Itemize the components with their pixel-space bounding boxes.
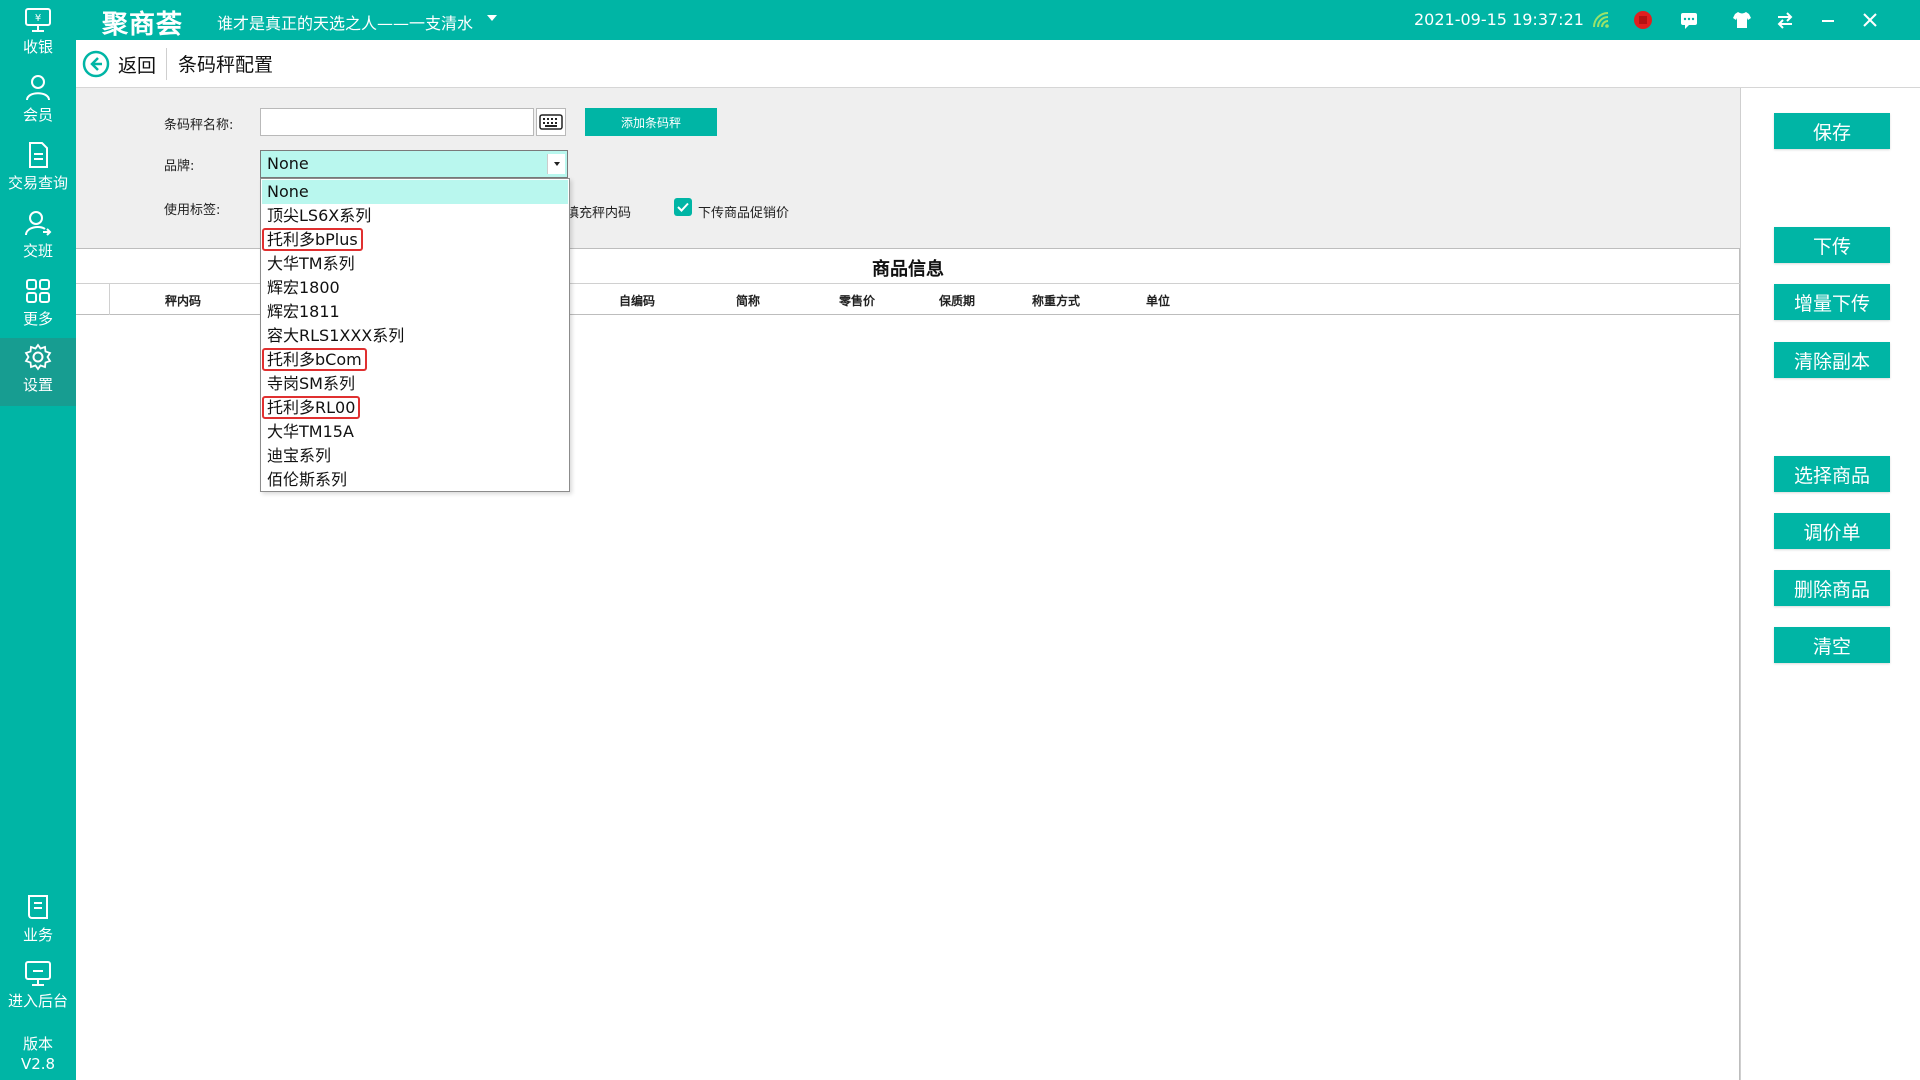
app-logo: 聚商荟 xyxy=(102,10,184,40)
clear-copy-button[interactable]: 清除副本 xyxy=(1774,342,1890,378)
page-title: 条码秤配置 xyxy=(178,54,274,76)
column-header-unit[interactable]: 单位 xyxy=(1146,292,1170,309)
brand-select-value: None xyxy=(267,154,309,173)
brand-option[interactable]: 顶尖LS6X系列 xyxy=(262,204,568,228)
upload-promo-label: 下传商品促销价 xyxy=(698,206,790,221)
scale-name-label: 条码秤名称: xyxy=(164,118,234,133)
book-icon xyxy=(28,895,48,919)
fill-code-label: 填充秤内码 xyxy=(566,206,632,221)
brand-select[interactable]: None xyxy=(260,150,568,178)
brand-option[interactable]: 容大RLS1XXX系列 xyxy=(262,324,568,348)
add-scale-button[interactable]: 添加条码秤 xyxy=(585,108,717,136)
column-header-shelf-life[interactable]: 保质期 xyxy=(939,292,975,309)
delete-goods-button[interactable]: 删除商品 xyxy=(1774,570,1890,606)
sidebar-item-label: 业务 xyxy=(22,926,53,944)
sidebar-item-shift[interactable]: 交班 xyxy=(0,204,76,270)
brand-option[interactable]: 托利多bPlus xyxy=(262,228,568,252)
select-goods-button[interactable]: 选择商品 xyxy=(1774,456,1890,492)
save-button[interactable]: 保存 xyxy=(1774,113,1890,149)
sidebar-item-label: 会员 xyxy=(22,106,53,124)
back-arrow-icon xyxy=(82,50,110,78)
header-divider xyxy=(166,48,167,80)
action-panel: 保存 下传 增量下传 清除副本 选择商品 调价单 删除商品 清空 xyxy=(1740,88,1920,1080)
version-number: V2.8 xyxy=(20,1055,56,1073)
price-adjust-button[interactable]: 调价单 xyxy=(1774,513,1890,549)
column-header-short-name[interactable]: 简称 xyxy=(736,292,760,309)
title-bar: 聚商荟 谁才是真正的天选之人——一支清水 2021-09-15 19:37:21 xyxy=(76,0,1920,40)
sidebar-item-label: 交班 xyxy=(22,242,53,260)
brand-option[interactable]: 辉宏1800 xyxy=(262,276,568,300)
label-usage-label: 使用标签: xyxy=(164,203,221,218)
sidebar-item-transactions[interactable]: 交易查询 xyxy=(0,136,76,202)
chevron-down-icon[interactable] xyxy=(484,10,500,26)
app-subtitle: 谁才是真正的天选之人——一支清水 xyxy=(217,14,474,33)
brand-option[interactable]: 迪宝系列 xyxy=(262,444,568,468)
brand-option[interactable]: 辉宏1811 xyxy=(262,300,568,324)
sidebar-item-label: 进入后台 xyxy=(7,992,68,1010)
dropdown-arrow-icon[interactable] xyxy=(547,154,565,174)
sidebar-item-member[interactable]: 会员 xyxy=(0,68,76,134)
back-button[interactable]: 返回 xyxy=(82,48,156,80)
shirt-skin-icon[interactable] xyxy=(1731,9,1753,31)
sidebar-item-label: 交易查询 xyxy=(7,174,68,192)
scale-name-input[interactable] xyxy=(260,108,534,136)
brand-option[interactable]: None xyxy=(262,180,568,204)
upload-button[interactable]: 下传 xyxy=(1774,227,1890,263)
brand-option[interactable]: 佰伦斯系列 xyxy=(262,468,568,492)
checkmark-icon xyxy=(677,202,689,212)
datetime-display: 2021-09-15 19:37:21 xyxy=(1414,10,1584,29)
column-header-scale-code[interactable]: 秤内码 xyxy=(165,292,201,309)
brand-option[interactable]: 大华TM系列 xyxy=(262,252,568,276)
grid-icon xyxy=(26,279,50,303)
column-header-weigh-mode[interactable]: 称重方式 xyxy=(1032,292,1080,309)
version-label: 版本 xyxy=(22,1035,53,1053)
sidebar-item-more[interactable]: 更多 xyxy=(0,272,76,338)
sidebar: ¥ 收银 会员 交易查询 交班 更多 设置 业务 进入后台 版本 V2.8 xyxy=(0,0,76,1080)
sidebar-item-settings[interactable]: 设置 xyxy=(0,338,76,406)
sidebar-item-label: 设置 xyxy=(22,376,53,394)
column-header-retail-price[interactable]: 零售价 xyxy=(839,292,875,309)
brand-option[interactable]: 大华TM15A xyxy=(262,420,568,444)
sidebar-item-label: 更多 xyxy=(22,310,53,328)
stop-record-icon[interactable] xyxy=(1632,9,1654,31)
brand-dropdown-list: None 顶尖LS6X系列 托利多bPlus 大华TM系列 辉宏1800 辉宏1… xyxy=(260,178,570,492)
keyboard-button[interactable] xyxy=(536,108,566,136)
sidebar-item-cashier[interactable]: ¥ 收银 xyxy=(0,2,76,68)
brand-option[interactable]: 托利多bCom xyxy=(262,348,568,372)
brand-label: 品牌: xyxy=(164,159,195,174)
column-header-self-code[interactable]: 自编码 xyxy=(619,292,655,309)
message-icon[interactable] xyxy=(1678,9,1700,31)
keyboard-icon xyxy=(539,114,563,130)
sidebar-item-label: 收银 xyxy=(22,38,53,56)
gear-icon xyxy=(24,343,52,371)
incremental-upload-button[interactable]: 增量下传 xyxy=(1774,284,1890,320)
sidebar-item-business[interactable]: 业务 xyxy=(0,888,76,954)
back-label: 返回 xyxy=(118,54,157,77)
clear-all-button[interactable]: 清空 xyxy=(1774,627,1890,663)
brand-option[interactable]: 托利多RL00 xyxy=(262,396,568,420)
cashier-monitor-icon: ¥ xyxy=(25,8,51,32)
brand-option[interactable]: 寺岗SM系列 xyxy=(262,372,568,396)
row-selector-header[interactable] xyxy=(76,284,110,315)
wifi-signal-icon xyxy=(1593,12,1609,28)
swap-icon[interactable] xyxy=(1774,9,1796,31)
svg-text:¥: ¥ xyxy=(35,13,41,24)
page-header: 返回 条码秤配置 xyxy=(76,40,1920,88)
minimize-icon[interactable] xyxy=(1817,9,1839,31)
upload-promo-checkbox[interactable] xyxy=(674,198,692,216)
document-icon xyxy=(29,142,48,168)
version-info: 版本 V2.8 xyxy=(0,1034,76,1074)
close-icon[interactable] xyxy=(1859,9,1881,31)
shift-handover-icon xyxy=(25,211,52,236)
sidebar-item-backend[interactable]: 进入后台 xyxy=(0,954,76,1020)
user-icon xyxy=(26,75,50,101)
monitor-icon xyxy=(25,961,51,986)
